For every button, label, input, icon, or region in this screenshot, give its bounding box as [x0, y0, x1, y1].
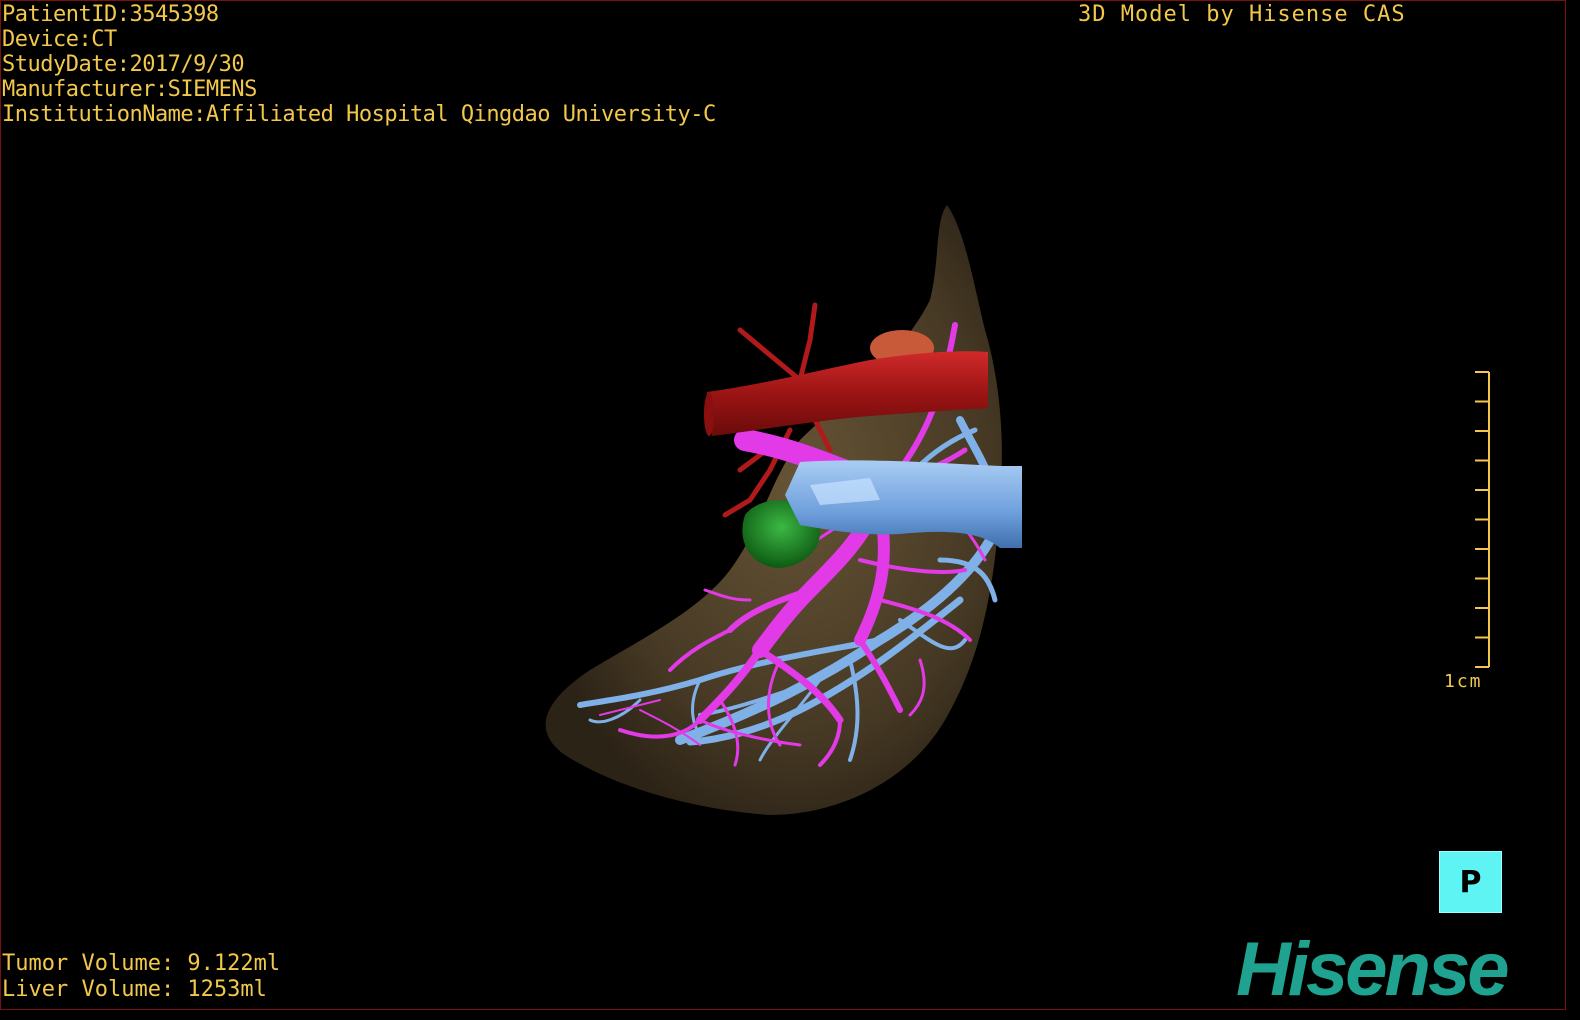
- study-date-text: StudyDate:2017/9/30: [2, 52, 245, 77]
- volume-readout: Tumor Volume: 9.122ml Liver Volume: 1253…: [2, 951, 280, 1003]
- hisense-logo: Hisense: [1236, 927, 1509, 1012]
- viewport-frame: [0, 0, 1566, 1010]
- model-credit-text: 3D Model by Hisense CAS: [1078, 2, 1406, 27]
- liver-volume-text: Liver Volume: 1253ml: [2, 977, 267, 1002]
- orientation-cube-button[interactable]: P: [1439, 851, 1502, 913]
- manufacturer-text: Manufacturer:SIEMENS: [2, 77, 257, 102]
- device-text: Device:CT: [2, 27, 117, 52]
- patient-id-text: PatientID:3545398: [2, 2, 219, 27]
- institution-text: InstitutionName:Affiliated Hospital Qing…: [2, 102, 716, 127]
- scale-label: 1cm: [1444, 671, 1483, 692]
- scale-bar: [1475, 371, 1490, 668]
- tumor-volume-text: Tumor Volume: 9.122ml: [2, 951, 281, 976]
- dicom-info-overlay: PatientID:3545398 Device:CT StudyDate:20…: [2, 2, 716, 127]
- posterior-view-cube-icon: P: [1459, 864, 1482, 900]
